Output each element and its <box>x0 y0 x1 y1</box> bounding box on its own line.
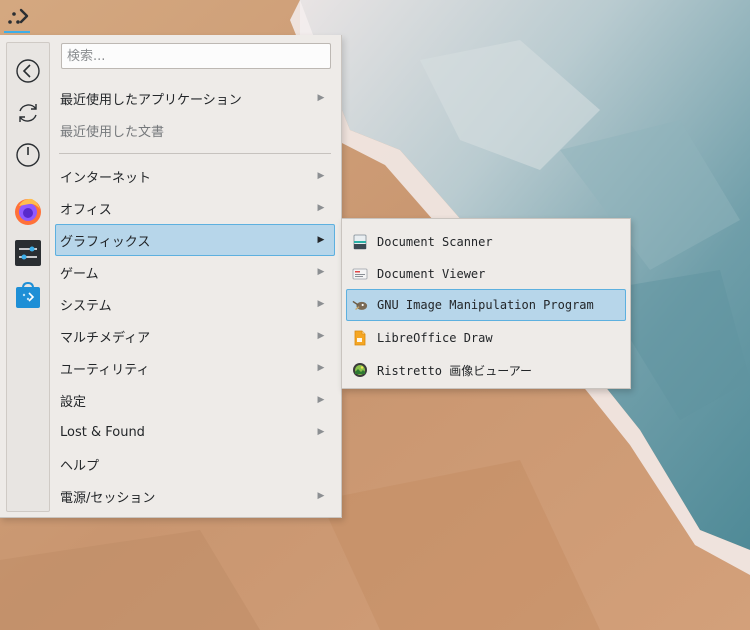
chevron-right-icon: ▶ <box>317 267 325 277</box>
category-recent-applications[interactable]: 最近使用したアプリケーション ▶ <box>55 83 335 113</box>
software-center-launcher[interactable] <box>12 279 44 311</box>
category-settings[interactable]: 設定 ▶ <box>55 385 335 415</box>
firefox-launcher[interactable] <box>12 195 44 227</box>
category-internet[interactable]: インターネット ▶ <box>55 161 335 191</box>
refresh-icon <box>19 104 37 122</box>
launcher-active-indicator <box>4 31 30 33</box>
app-label: Ristretto 画像ビューアー <box>377 363 533 378</box>
chevron-right-icon: ▶ <box>317 395 325 405</box>
category-label: 電源/セッション <box>60 490 156 506</box>
category-label: インターネット <box>60 170 152 186</box>
category-office[interactable]: オフィス ▶ <box>55 193 335 223</box>
gimp-icon <box>352 297 368 313</box>
category-graphics[interactable]: グラフィックス ▶ <box>55 224 335 256</box>
power-icon <box>16 143 40 167</box>
category-power-session[interactable]: 電源/セッション ▶ <box>55 481 335 511</box>
firefox-icon <box>15 198 41 225</box>
category-system[interactable]: システム ▶ <box>55 289 335 319</box>
category-label: グラフィックス <box>60 234 151 250</box>
app-document-scanner[interactable]: Document Scanner <box>346 226 626 258</box>
chevron-right-icon: ▶ <box>317 491 325 501</box>
system-settings-icon <box>15 240 41 266</box>
chevron-right-icon: ▶ <box>317 235 325 245</box>
favorites-sidebar <box>6 42 50 512</box>
category-label: システム <box>60 298 112 314</box>
category-label: オフィス <box>60 202 112 218</box>
category-label: ゲーム <box>60 266 99 282</box>
application-menu: 最近使用したアプリケーション ▶ 最近使用した文書 インターネット ▶ オフィス… <box>0 35 342 518</box>
app-label: GNU Image Manipulation Program <box>377 298 594 312</box>
category-lost-and-found[interactable]: Lost & Found ▶ <box>55 417 335 447</box>
category-label: ユーティリティ <box>60 362 150 378</box>
libreoffice-draw-icon <box>352 330 368 346</box>
software-center-icon <box>16 281 40 308</box>
app-label: Document Viewer <box>377 267 486 281</box>
app-launcher-icon <box>8 8 29 24</box>
category-label: マルチメディア <box>60 330 151 346</box>
app-gimp[interactable]: GNU Image Manipulation Program <box>346 289 626 321</box>
app-document-viewer[interactable]: Document Viewer <box>346 258 626 290</box>
app-label: LibreOffice Draw <box>377 331 493 345</box>
chevron-right-icon: ▶ <box>317 331 325 341</box>
app-launcher-button[interactable] <box>4 2 32 32</box>
chevron-right-icon: ▶ <box>317 93 325 103</box>
back-button[interactable] <box>12 55 44 87</box>
refresh-button[interactable] <box>12 97 44 129</box>
chevron-right-icon: ▶ <box>317 299 325 309</box>
category-utilities[interactable]: ユーティリティ ▶ <box>55 353 335 383</box>
chevron-right-icon: ▶ <box>317 171 325 181</box>
category-label: 最近使用した文書 <box>60 124 165 140</box>
category-multimedia[interactable]: マルチメディア ▶ <box>55 321 335 351</box>
category-label: 設定 <box>60 394 87 410</box>
chevron-right-icon: ▶ <box>317 363 325 373</box>
back-arrow-icon <box>16 59 40 83</box>
app-label: Document Scanner <box>377 235 493 249</box>
category-label: ヘルプ <box>60 458 100 474</box>
category-recent-documents: 最近使用した文書 <box>55 115 335 145</box>
chevron-right-icon: ▶ <box>317 203 325 213</box>
category-label: 最近使用したアプリケーション <box>60 92 242 108</box>
app-libreoffice-draw[interactable]: LibreOffice Draw <box>346 322 626 354</box>
category-label: Lost & Found <box>60 424 145 440</box>
search-input[interactable] <box>61 43 331 69</box>
system-settings-launcher[interactable] <box>12 237 44 269</box>
document-viewer-icon <box>352 266 368 282</box>
app-ristretto[interactable]: Ristretto 画像ビューアー <box>346 354 626 386</box>
power-button[interactable] <box>12 139 44 171</box>
top-panel <box>0 0 750 34</box>
category-help[interactable]: ヘルプ <box>55 449 335 479</box>
chevron-right-icon: ▶ <box>317 427 325 437</box>
graphics-submenu: Document Scanner Document Viewer GNU Ima… <box>341 218 631 389</box>
scanner-icon <box>352 234 368 250</box>
separator <box>59 153 331 154</box>
category-games[interactable]: ゲーム ▶ <box>55 257 335 287</box>
image-viewer-icon <box>352 362 368 378</box>
